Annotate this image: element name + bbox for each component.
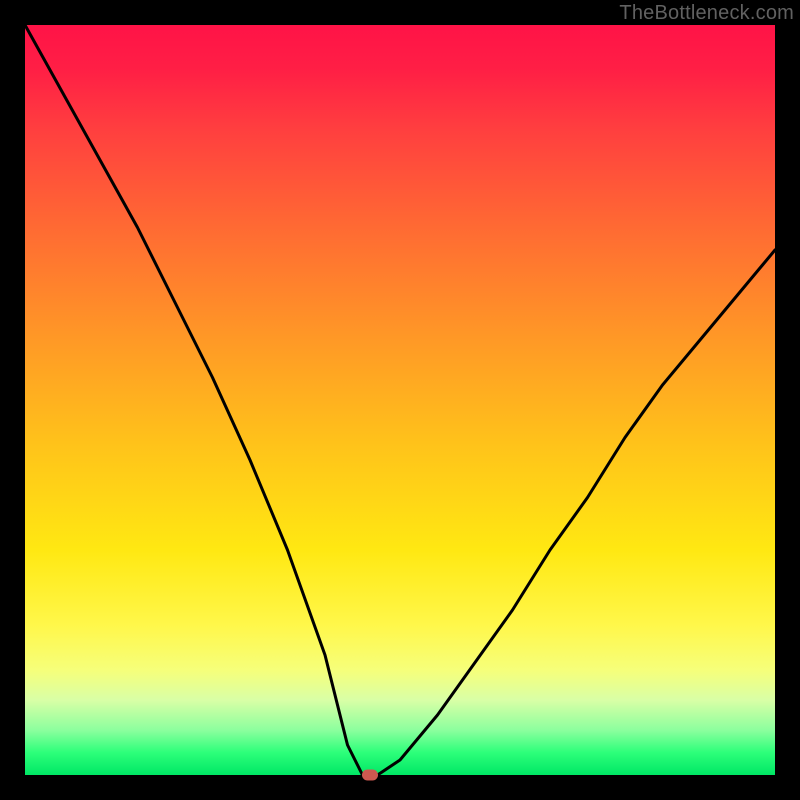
plot-area (25, 25, 775, 775)
watermark-text: TheBottleneck.com (619, 2, 794, 25)
bottleneck-curve (25, 25, 775, 775)
optimum-marker (362, 770, 378, 781)
chart-frame: TheBottleneck.com (0, 0, 800, 800)
curve-path (25, 25, 775, 775)
